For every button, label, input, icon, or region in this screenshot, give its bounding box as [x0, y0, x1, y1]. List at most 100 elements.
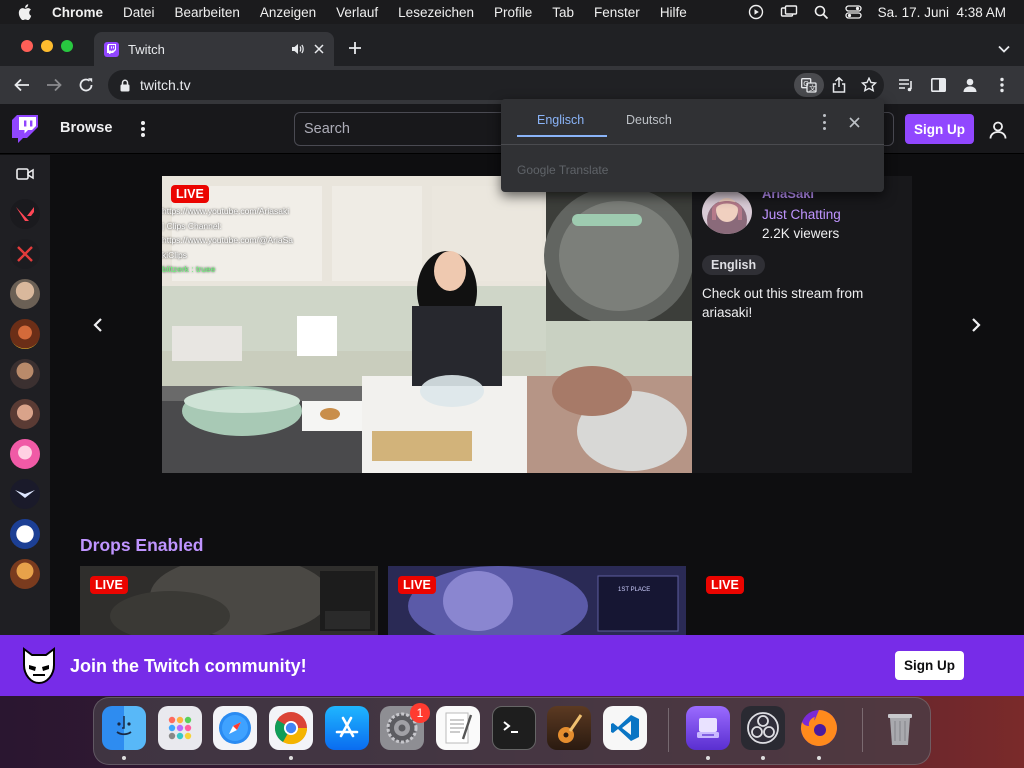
translate-options-icon[interactable]: [819, 114, 829, 130]
notification-badge: 1: [410, 703, 430, 723]
window-close-button[interactable]: [21, 40, 33, 52]
channel-avatar-4[interactable]: [10, 319, 40, 349]
featured-stream-card[interactable]: LIVE https://www.youtube.com/Ariasaki | …: [162, 176, 912, 473]
menu-lesezeichen[interactable]: Lesezeichen: [398, 5, 474, 20]
menu-app-name[interactable]: Chrome: [52, 5, 103, 20]
tab-search-chevron-icon[interactable]: [998, 40, 1010, 58]
vscode-icon[interactable]: [603, 706, 647, 750]
active-tab-indicator: [517, 135, 607, 137]
running-indicator: [761, 756, 765, 760]
bookmark-star-icon[interactable]: [854, 73, 884, 97]
menu-anzeigen[interactable]: Anzeigen: [260, 5, 316, 20]
video-camera-icon[interactable]: [16, 167, 34, 186]
twitch-logo-icon[interactable]: [12, 115, 38, 143]
category-link[interactable]: Just Chatting: [762, 207, 841, 222]
tab-title: Twitch: [128, 41, 165, 57]
streamer-avatar[interactable]: [702, 190, 752, 234]
featured-stream-player[interactable]: LIVE https://www.youtube.com/Ariasaki | …: [162, 176, 692, 473]
viewer-count: 2.2K viewers: [762, 226, 840, 241]
app-store-icon[interactable]: [325, 706, 369, 750]
menu-fenster[interactable]: Fenster: [594, 5, 640, 20]
forward-button[interactable]: [44, 75, 64, 95]
channel-avatar-7[interactable]: [10, 439, 40, 469]
menu-hilfe[interactable]: Hilfe: [660, 5, 687, 20]
tab-close-icon[interactable]: [314, 44, 324, 54]
back-button[interactable]: [12, 75, 32, 95]
translate-close-icon[interactable]: [849, 115, 860, 133]
drops-enabled-heading[interactable]: Drops Enabled: [80, 535, 204, 556]
drops-stream-card[interactable]: LIVE 1ST PLACE: [388, 566, 686, 636]
featured-stream-info: AriaSaki Just Chatting 2.2K viewers Engl…: [692, 176, 912, 473]
live-badge: LIVE: [171, 185, 209, 203]
carousel-next-chevron-icon[interactable]: [966, 315, 986, 335]
reload-button[interactable]: [76, 75, 96, 95]
media-play-icon[interactable]: [748, 4, 764, 20]
url-text[interactable]: twitch.tv: [140, 77, 794, 93]
address-bar[interactable]: twitch.tv G文: [108, 70, 884, 100]
banner-text: Join the Twitch community!: [70, 656, 307, 676]
dock-separator: [862, 708, 863, 752]
running-indicator: [122, 756, 126, 760]
sign-up-button[interactable]: Sign Up: [905, 114, 974, 144]
channel-avatar-10[interactable]: [10, 559, 40, 589]
translate-tab-deutsch[interactable]: Deutsch: [626, 113, 672, 127]
window-zoom-button[interactable]: [61, 40, 73, 52]
menu-bearbeiten[interactable]: Bearbeiten: [175, 5, 240, 20]
banner-sign-up-button[interactable]: Sign Up: [895, 651, 964, 680]
spotlight-search-icon[interactable]: [814, 5, 829, 20]
drops-stream-card[interactable]: LIVE: [80, 566, 378, 636]
svg-text:文: 文: [809, 83, 816, 92]
obs-icon[interactable]: [741, 706, 785, 750]
channel-avatar-5[interactable]: [10, 359, 40, 389]
apple-icon[interactable]: [18, 4, 36, 20]
browser-tab-twitch[interactable]: Twitch: [94, 32, 334, 66]
chrome-menu-icon[interactable]: [992, 75, 1012, 95]
launchpad-icon[interactable]: [158, 706, 202, 750]
drops-stream-card[interactable]: LIVE: [696, 566, 994, 636]
stream-description: Check out this stream from ariasaki!: [702, 286, 864, 320]
twitch-glitch-icon: [18, 647, 60, 687]
terminal-icon[interactable]: [492, 706, 536, 750]
live-badge: LIVE: [398, 576, 436, 594]
share-icon[interactable]: [824, 73, 854, 97]
menu-verlauf[interactable]: Verlauf: [336, 5, 378, 20]
translate-tab-englisch[interactable]: Englisch: [537, 113, 584, 127]
overlay-line: blitzerk : truee: [162, 264, 216, 274]
backup-icon[interactable]: [686, 706, 730, 750]
finder-icon[interactable]: [102, 706, 146, 750]
garageband-icon[interactable]: [547, 706, 591, 750]
macos-menu-bar: Chrome Datei Bearbeiten Anzeigen Verlauf…: [0, 0, 1024, 24]
channel-avatar-6[interactable]: [10, 399, 40, 429]
reading-list-icon[interactable]: [896, 75, 916, 95]
control-center-icon[interactable]: [845, 5, 862, 19]
menu-datei[interactable]: Datei: [123, 5, 155, 20]
running-indicator: [706, 756, 710, 760]
browse-link[interactable]: Browse: [60, 120, 112, 136]
profile-icon[interactable]: [960, 75, 980, 95]
side-panel-icon[interactable]: [928, 75, 948, 95]
screen-mirroring-icon[interactable]: [780, 4, 798, 20]
new-tab-button[interactable]: [345, 38, 365, 58]
channel-avatar-8[interactable]: [10, 479, 40, 509]
menu-tab[interactable]: Tab: [552, 5, 574, 20]
carousel-prev-chevron-icon[interactable]: [88, 315, 108, 335]
lock-icon[interactable]: [120, 79, 130, 92]
language-tag[interactable]: English: [702, 255, 766, 275]
tab-audio-icon[interactable]: [291, 43, 304, 55]
channel-avatar-2[interactable]: [10, 239, 40, 269]
channel-avatar-election-2024[interactable]: [10, 519, 40, 549]
thumbnail-overlay-text: 1ST PLACE: [618, 587, 651, 593]
window-minimize-button[interactable]: [41, 40, 53, 52]
translate-icon[interactable]: G文: [794, 73, 824, 97]
more-options-icon[interactable]: [136, 118, 150, 140]
textedit-icon[interactable]: [436, 706, 480, 750]
menu-profile[interactable]: Profile: [494, 5, 532, 20]
trash-icon[interactable]: [878, 706, 922, 750]
firefox-icon[interactable]: [797, 706, 841, 750]
user-menu-icon[interactable]: [988, 120, 1008, 140]
chrome-icon[interactable]: [269, 706, 313, 750]
safari-icon[interactable]: [213, 706, 257, 750]
menu-bar-clock[interactable]: Sa. 17. Juni 4:38 AM: [878, 5, 1006, 20]
channel-avatar-valorant[interactable]: [10, 199, 40, 229]
channel-avatar-3[interactable]: [10, 279, 40, 309]
